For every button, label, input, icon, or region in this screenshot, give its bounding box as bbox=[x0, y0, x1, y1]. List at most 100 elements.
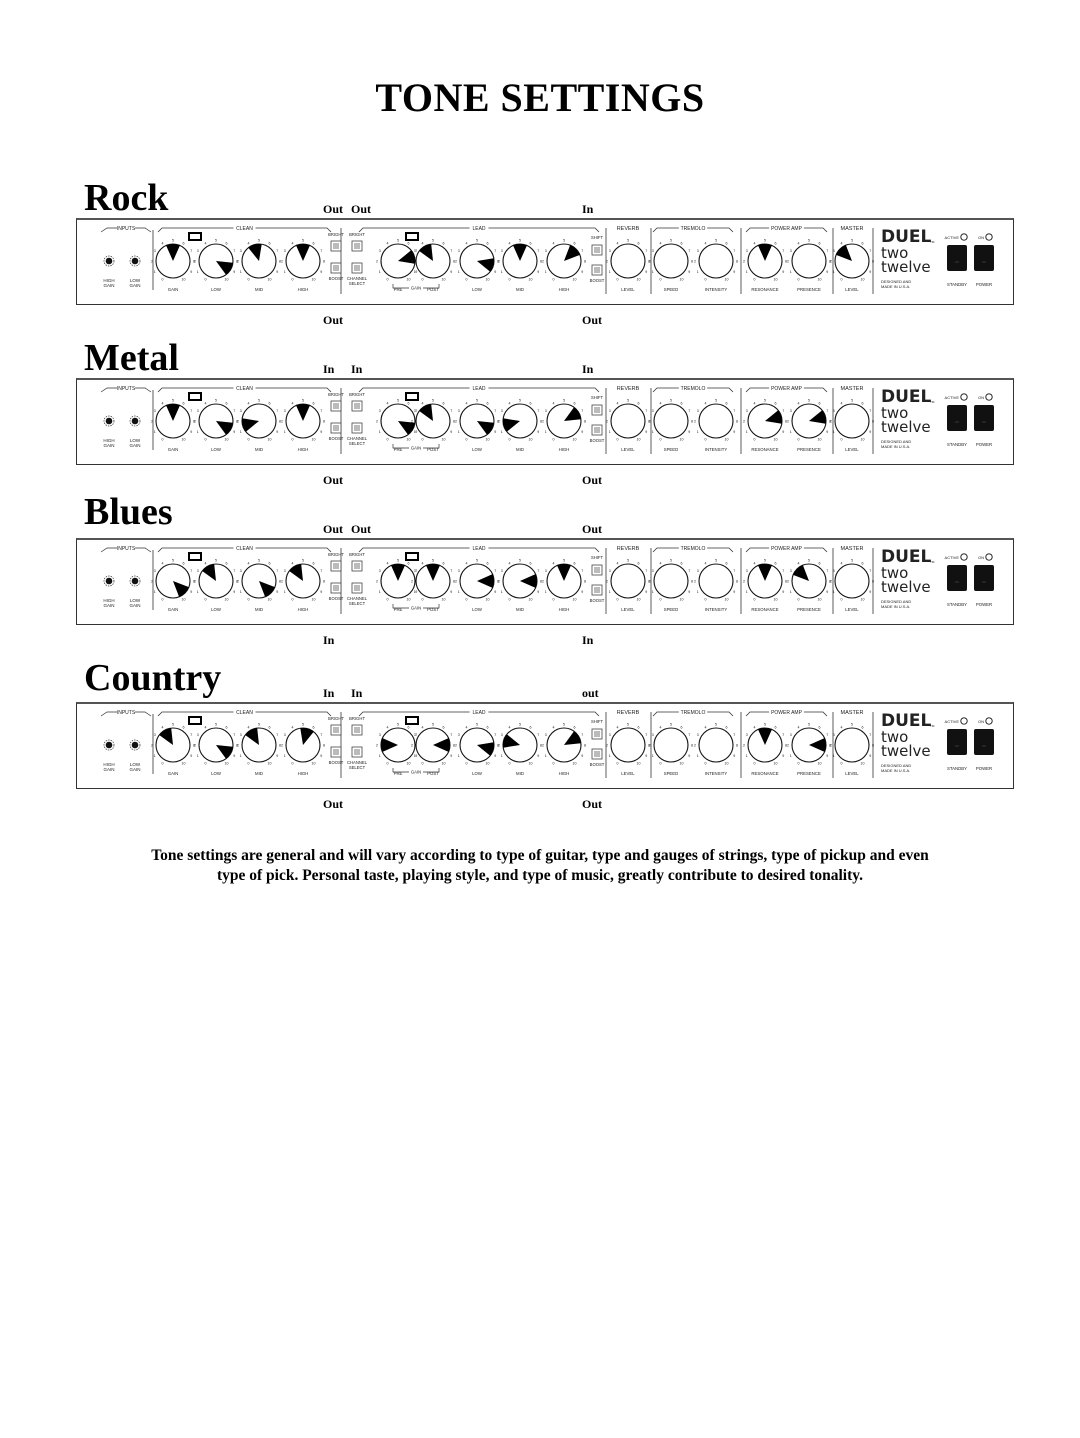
knob-lead-low[interactable]: 012345678910 bbox=[455, 399, 499, 442]
knob-power-presence[interactable]: 012345678910 bbox=[787, 723, 831, 766]
high-gain-input-jack[interactable] bbox=[103, 415, 115, 427]
knob-clean-gain[interactable]: 012345678910 bbox=[151, 239, 195, 282]
standby-switch[interactable] bbox=[947, 245, 967, 271]
knob-lead-post[interactable]: 012345678910 bbox=[411, 399, 455, 442]
knob-clean-gain[interactable]: 012345678910 bbox=[151, 559, 195, 602]
clean-bright-switch[interactable] bbox=[330, 560, 342, 572]
knob-clean-high[interactable]: 0 1 2 3 4 5 6 7 8 9 10 bbox=[281, 399, 325, 442]
channel-select-switch[interactable] bbox=[351, 582, 363, 594]
clean-bright-switch[interactable] bbox=[330, 724, 342, 736]
knob-clean-mid[interactable]: 012345678910 bbox=[237, 239, 281, 282]
knob-lead-pre[interactable]: 012345678910 bbox=[376, 723, 420, 766]
knob-lead-high[interactable]: 0 1 2 3 4 5 6 7 8 9 10 bbox=[542, 559, 586, 602]
clean-boost-switch[interactable] bbox=[330, 582, 342, 594]
knob-lead-mid[interactable]: 012345678910 bbox=[498, 723, 542, 766]
knob-tremolo-intensity[interactable]: 0 1 2 3 4 5 6 7 8 9 10 bbox=[694, 723, 738, 766]
knob-lead-high[interactable]: 0 1 2 3 4 5 6 7 8 9 10 bbox=[542, 239, 586, 282]
knob-clean-low[interactable]: 012345678910 bbox=[194, 239, 238, 282]
lead-bright-switch[interactable] bbox=[351, 400, 363, 412]
knob-tremolo-speed[interactable]: 0 1 2 3 4 5 6 7 8 9 10 bbox=[649, 399, 693, 442]
knob-clean-low[interactable]: 012345678910 bbox=[194, 723, 238, 766]
knob-master-level[interactable]: 0 1 2 3 4 5 6 7 8 9 10 bbox=[830, 723, 874, 766]
knob-power-resonance[interactable]: 012345678910 bbox=[743, 239, 787, 282]
lead-boost-switch[interactable] bbox=[591, 748, 603, 760]
knob-tremolo-intensity[interactable]: 0 1 2 3 4 5 6 7 8 9 10 bbox=[694, 239, 738, 282]
knob-lead-pre[interactable]: 012345678910 bbox=[376, 239, 420, 282]
channel-select-switch[interactable] bbox=[351, 422, 363, 434]
knob-clean-high[interactable]: 0 1 2 3 4 5 6 7 8 9 10 bbox=[281, 723, 325, 766]
high-gain-input-jack[interactable] bbox=[103, 739, 115, 751]
lead-bright-switch[interactable] bbox=[351, 240, 363, 252]
knob-clean-low[interactable]: 012345678910 bbox=[194, 399, 238, 442]
knob-reverb-level[interactable]: 012345678910 bbox=[606, 559, 650, 602]
knob-clean-high[interactable]: 0 1 2 3 4 5 6 7 8 9 10 bbox=[281, 559, 325, 602]
knob-tremolo-speed[interactable]: 0 1 2 3 4 5 6 7 8 9 10 bbox=[649, 723, 693, 766]
high-gain-input-jack[interactable] bbox=[103, 255, 115, 267]
knob-lead-post[interactable]: 012345678910 bbox=[411, 559, 455, 602]
knob-power-presence[interactable]: 012345678910 bbox=[787, 399, 831, 442]
knob-power-resonance[interactable]: 012345678910 bbox=[743, 559, 787, 602]
knob-master-level[interactable]: 0 1 2 3 4 5 6 7 8 9 10 bbox=[830, 559, 874, 602]
knob-lead-post[interactable]: 012345678910 bbox=[411, 239, 455, 282]
knob-lead-pre[interactable]: 012345678910 bbox=[376, 399, 420, 442]
knob-clean-mid[interactable]: 012345678910 bbox=[237, 559, 281, 602]
lead-bright-switch[interactable] bbox=[351, 724, 363, 736]
knob-power-presence[interactable]: 012345678910 bbox=[787, 559, 831, 602]
channel-select-switch[interactable] bbox=[351, 262, 363, 274]
lead-boost-switch[interactable] bbox=[591, 584, 603, 596]
low-gain-input-jack[interactable] bbox=[129, 415, 141, 427]
knob-master-level[interactable]: 0 1 2 3 4 5 6 7 8 9 10 bbox=[830, 399, 874, 442]
knob-clean-low[interactable]: 012345678910 bbox=[194, 559, 238, 602]
lead-boost-switch[interactable] bbox=[591, 264, 603, 276]
shift-switch[interactable] bbox=[591, 728, 603, 740]
low-gain-input-jack[interactable] bbox=[129, 739, 141, 751]
low-gain-input-jack[interactable] bbox=[129, 255, 141, 267]
knob-clean-mid[interactable]: 012345678910 bbox=[237, 723, 281, 766]
clean-bright-switch[interactable] bbox=[330, 240, 342, 252]
knob-lead-high[interactable]: 0 1 2 3 4 5 6 7 8 9 10 bbox=[542, 399, 586, 442]
lead-boost-switch[interactable] bbox=[591, 424, 603, 436]
clean-boost-switch[interactable] bbox=[330, 422, 342, 434]
knob-clean-gain[interactable]: 012345678910 bbox=[151, 399, 195, 442]
knob-lead-pre[interactable]: 012345678910 bbox=[376, 559, 420, 602]
clean-bright-switch[interactable] bbox=[330, 400, 342, 412]
clean-boost-switch[interactable] bbox=[330, 262, 342, 274]
knob-tremolo-speed[interactable]: 0 1 2 3 4 5 6 7 8 9 10 bbox=[649, 239, 693, 282]
knob-master-level[interactable]: 0 1 2 3 4 5 6 7 8 9 10 bbox=[830, 239, 874, 282]
knob-lead-low[interactable]: 012345678910 bbox=[455, 723, 499, 766]
knob-tremolo-speed[interactable]: 0 1 2 3 4 5 6 7 8 9 10 bbox=[649, 559, 693, 602]
knob-lead-low[interactable]: 012345678910 bbox=[455, 239, 499, 282]
knob-tremolo-intensity[interactable]: 0 1 2 3 4 5 6 7 8 9 10 bbox=[694, 399, 738, 442]
shift-switch[interactable] bbox=[591, 244, 603, 256]
knob-tremolo-intensity[interactable]: 0 1 2 3 4 5 6 7 8 9 10 bbox=[694, 559, 738, 602]
standby-switch[interactable] bbox=[947, 405, 967, 431]
channel-select-switch[interactable] bbox=[351, 746, 363, 758]
knob-clean-mid[interactable]: 012345678910 bbox=[237, 399, 281, 442]
low-gain-input-jack[interactable] bbox=[129, 575, 141, 587]
knob-power-resonance[interactable]: 012345678910 bbox=[743, 399, 787, 442]
shift-switch[interactable] bbox=[591, 564, 603, 576]
standby-switch[interactable] bbox=[947, 729, 967, 755]
power-switch[interactable] bbox=[974, 565, 994, 591]
knob-lead-high[interactable]: 0 1 2 3 4 5 6 7 8 9 10 bbox=[542, 723, 586, 766]
power-switch[interactable] bbox=[974, 405, 994, 431]
knob-reverb-level[interactable]: 012345678910 bbox=[606, 239, 650, 282]
high-gain-input-jack[interactable] bbox=[103, 575, 115, 587]
standby-switch[interactable] bbox=[947, 565, 967, 591]
knob-power-presence[interactable]: 012345678910 bbox=[787, 239, 831, 282]
knob-lead-mid[interactable]: 012345678910 bbox=[498, 399, 542, 442]
knob-lead-mid[interactable]: 012345678910 bbox=[498, 559, 542, 602]
clean-boost-switch[interactable] bbox=[330, 746, 342, 758]
knob-clean-high[interactable]: 0 1 2 3 4 5 6 7 8 9 10 bbox=[281, 239, 325, 282]
knob-reverb-level[interactable]: 012345678910 bbox=[606, 399, 650, 442]
knob-clean-gain[interactable]: 012345678910 bbox=[151, 723, 195, 766]
shift-switch[interactable] bbox=[591, 404, 603, 416]
power-switch[interactable] bbox=[974, 245, 994, 271]
knob-lead-low[interactable]: 012345678910 bbox=[455, 559, 499, 602]
lead-bright-switch[interactable] bbox=[351, 560, 363, 572]
knob-power-resonance[interactable]: 012345678910 bbox=[743, 723, 787, 766]
power-switch[interactable] bbox=[974, 729, 994, 755]
knob-reverb-level[interactable]: 012345678910 bbox=[606, 723, 650, 766]
knob-lead-mid[interactable]: 012345678910 bbox=[498, 239, 542, 282]
knob-lead-post[interactable]: 012345678910 bbox=[411, 723, 455, 766]
